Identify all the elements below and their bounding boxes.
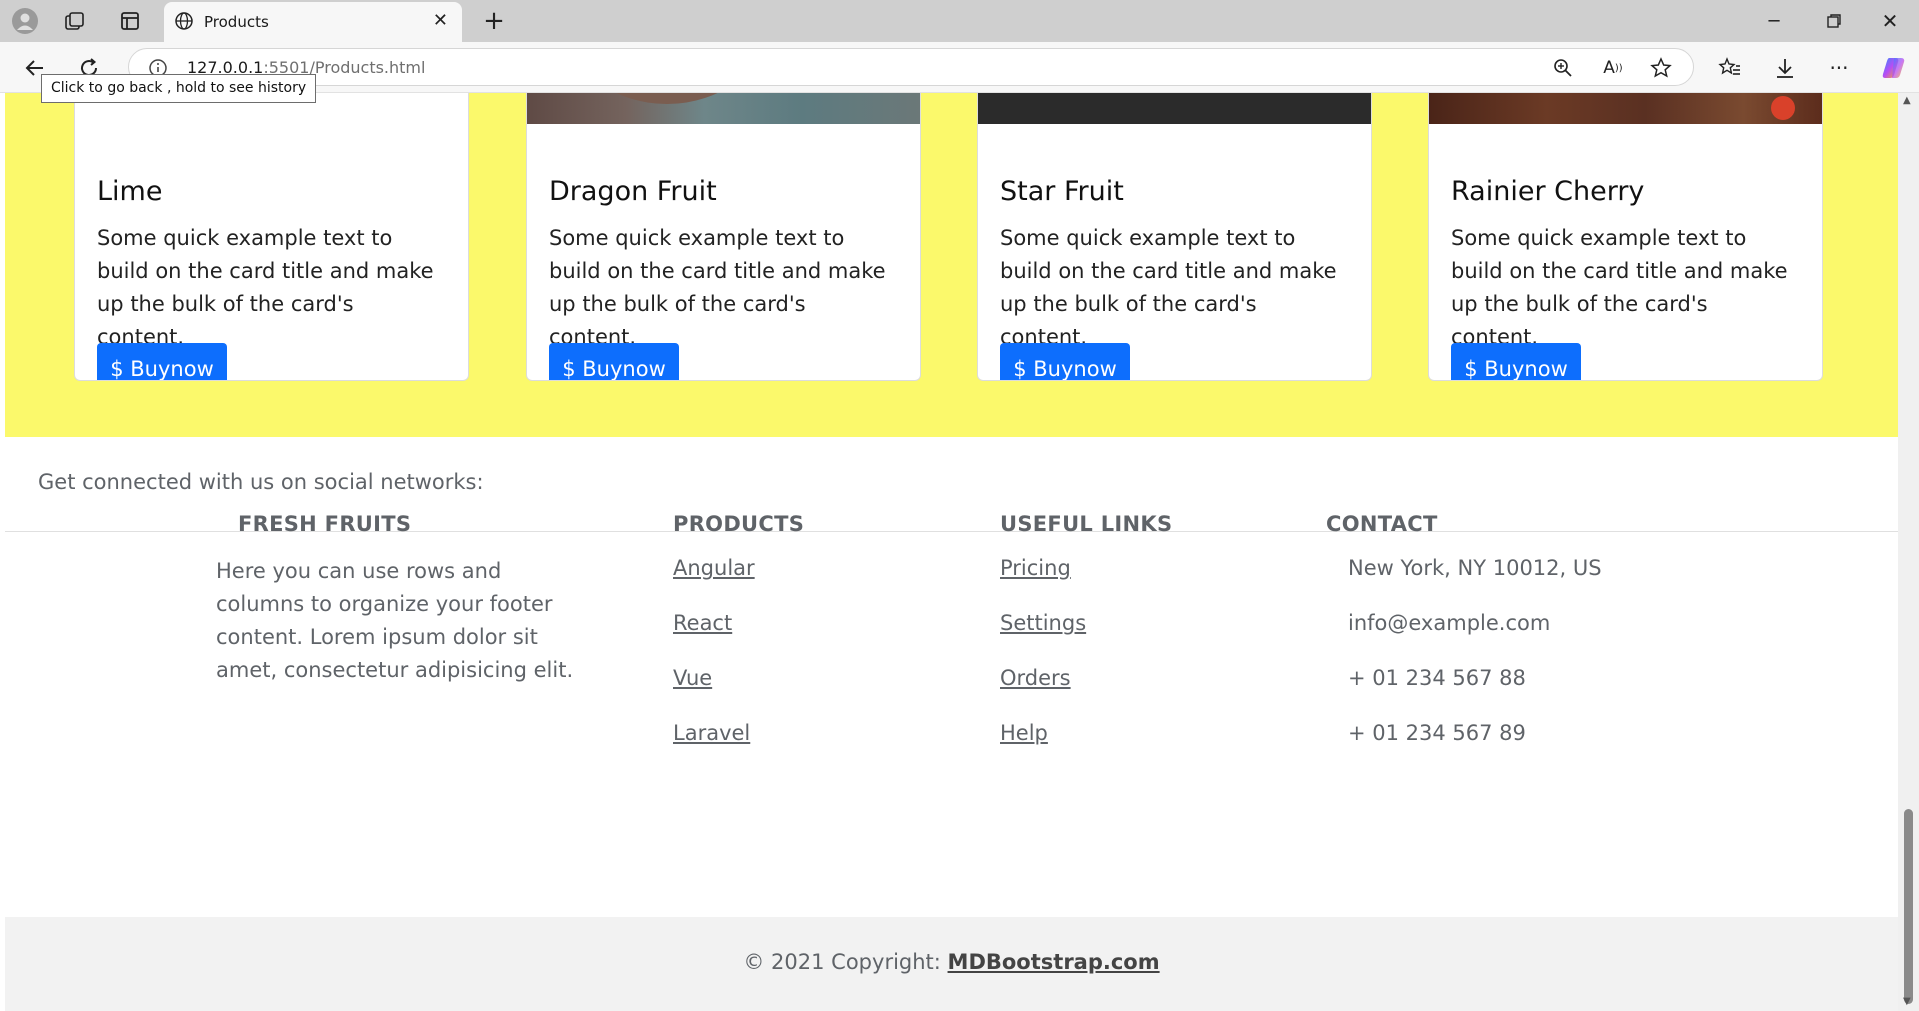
product-image [527,93,920,124]
contact-email: info@example.com [1348,611,1551,635]
product-card: Dragon Fruit Some quick example text to … [526,93,921,381]
contact-phone: + 01 234 567 88 [1348,666,1526,690]
bowl-shape [567,93,767,104]
product-title: Star Fruit [1000,176,1124,207]
product-description: Some quick example text to build on the … [97,226,434,349]
footer-link-laravel[interactable]: Laravel [673,721,750,745]
footer-title-fresh-fruits: FRESH FRUITS [238,512,412,536]
back-button-tooltip: Click to go back , hold to see history [41,74,317,103]
workspaces-icon[interactable] [64,10,86,32]
scroll-up-arrow-icon[interactable]: ▲ [1903,95,1911,106]
vertical-scrollbar[interactable]: ▲ ▼ [1898,93,1919,1011]
tab-actions-icon[interactable] [119,10,141,32]
footer-title-contact: CONTACT [1326,512,1438,536]
product-card: Star Fruit Some quick example text to bu… [977,93,1372,381]
footer-link-settings[interactable]: Settings [1000,611,1086,635]
footer-link-angular[interactable]: Angular [673,556,755,580]
address-bar[interactable]: 127.0.0.1:5501/Products.html A)) [128,48,1694,86]
copyright-brand-link[interactable]: MDBootstrap.com [948,950,1160,974]
product-card: Rainier Cherry Some quick example text t… [1428,93,1823,381]
page-viewport: Lime Some quick example text to build on… [0,93,1898,1011]
cherry-shape [1771,96,1795,120]
buy-now-button[interactable]: $ Buynow [549,343,679,380]
read-aloud-icon[interactable]: A)) [1601,57,1625,79]
product-card: Lime Some quick example text to build on… [74,93,469,381]
contact-fax: + 01 234 567 89 [1348,721,1526,745]
footer-link-help[interactable]: Help [1000,721,1048,745]
product-title: Dragon Fruit [549,176,717,207]
social-text: Get connected with us on social networks… [38,470,484,494]
product-description: Some quick example text to build on the … [549,226,886,349]
footer-link-react[interactable]: React [673,611,732,635]
new-tab-icon[interactable]: + [480,6,508,36]
zoom-icon[interactable] [1552,57,1574,79]
product-image [978,93,1371,124]
copyright-bar: © 2021 Copyright: MDBootstrap.com [5,917,1898,1011]
tab-products[interactable]: Products ✕ [164,2,462,42]
buy-now-button[interactable]: $ Buynow [1451,343,1581,380]
footer-link-pricing[interactable]: Pricing [1000,556,1071,580]
buy-now-button[interactable]: $ Buynow [1000,343,1130,380]
copilot-icon[interactable] [1880,54,1908,82]
downloads-icon[interactable] [1772,55,1798,81]
product-description: Some quick example text to build on the … [1000,226,1337,349]
close-icon[interactable]: ✕ [433,10,448,31]
product-image [1429,93,1822,124]
minimize-icon[interactable]: ─ [1762,10,1786,32]
copyright-prefix: © 2021 Copyright: [743,950,941,974]
footer-link-vue[interactable]: Vue [673,666,712,690]
restore-icon[interactable] [1822,10,1846,32]
window-close-icon[interactable]: ✕ [1878,9,1902,33]
scroll-down-arrow-icon[interactable]: ▼ [1903,996,1911,1007]
scroll-thumb[interactable] [1904,809,1913,1004]
contact-address: New York, NY 10012, US [1348,556,1602,580]
profile-icon[interactable] [12,8,38,34]
product-description: Some quick example text to build on the … [1451,226,1788,349]
footer-link-orders[interactable]: Orders [1000,666,1071,690]
footer-description: Here you can use rows and columns to org… [216,559,574,682]
footer-title-products: PRODUCTS [673,512,805,536]
footer-title-useful-links: USEFUL LINKS [1000,512,1173,536]
tab-title: Products [204,13,269,31]
buy-now-button[interactable]: $ Buynow [97,343,227,380]
products-section: Lime Some quick example text to build on… [5,93,1898,437]
favorites-icon[interactable] [1717,55,1743,81]
product-title: Lime [97,176,163,207]
copyright-text: © 2021 Copyright: MDBootstrap.com [5,950,1898,974]
tab-bar: Products ✕ + ─ ✕ [0,0,1919,42]
globe-icon [174,11,194,31]
more-icon[interactable]: ··· [1826,55,1852,81]
favorite-icon[interactable] [1649,56,1673,80]
product-title: Rainier Cherry [1451,176,1645,207]
